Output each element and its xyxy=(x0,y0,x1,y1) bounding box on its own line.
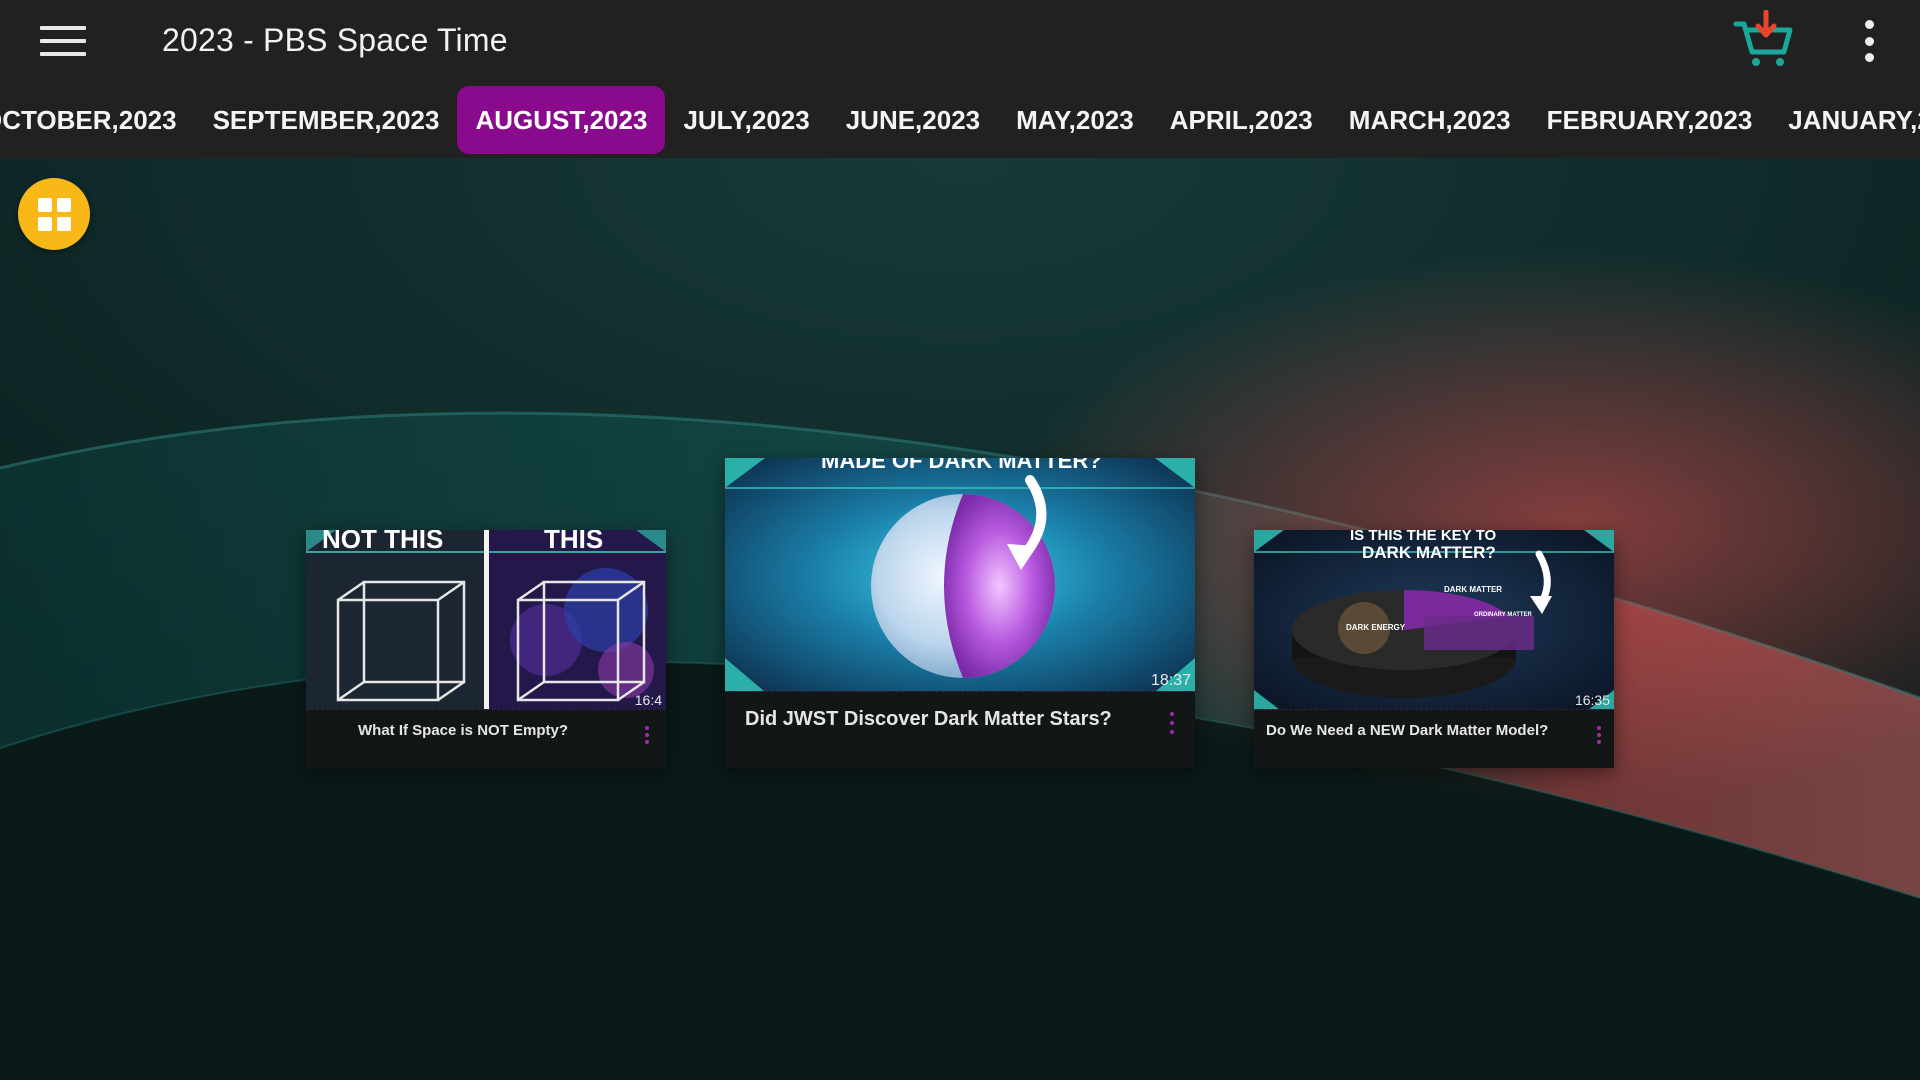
tab-month[interactable]: MARCH,2023 xyxy=(1331,86,1529,154)
tab-month[interactable]: SEPTEMBER,2023 xyxy=(195,86,458,154)
video-caption: Did JWST Discover Dark Matter Stars? xyxy=(725,691,1195,768)
video-caption: Do We Need a NEW Dark Matter Model? xyxy=(1254,709,1614,768)
video-options-icon[interactable] xyxy=(642,726,652,744)
video-card[interactable]: NOT THIS THIS 16:4 What If Space is NOT … xyxy=(306,530,666,768)
tab-month[interactable]: APRIL,2023 xyxy=(1152,86,1331,154)
month-tabs: OCTOBER,2023 SEPTEMBER,2023 AUGUST,2023 JUL… xyxy=(0,86,1920,154)
app-bar: 2023 - PBS Space Time xyxy=(0,0,1920,82)
video-title: What If Space is NOT Empty? xyxy=(358,722,569,739)
video-caption: What If Space is NOT Empty? xyxy=(306,709,666,768)
month-tab-bar: OCTOBER,2023 SEPTEMBER,2023 AUGUST,2023 JUL… xyxy=(0,82,1920,158)
video-card[interactable]: IS THIS THE KEY TO DARK MATTER? DARK MAT… xyxy=(1254,530,1614,768)
thumb-label-right: THIS xyxy=(544,530,603,554)
thumb-label-line1: IS THIS THE KEY TO xyxy=(1350,530,1496,544)
thumb-label: MADE OF DARK MATTER? xyxy=(821,458,1102,473)
tab-month[interactable]: OCTOBER,2023 xyxy=(0,86,195,154)
tab-month[interactable]: JUNE,2023 xyxy=(828,86,998,154)
video-options-icon[interactable] xyxy=(1167,712,1177,734)
tab-month[interactable]: AUGUST,2023 xyxy=(457,86,666,154)
tab-month[interactable]: JANUARY,2023 xyxy=(1770,86,1920,154)
video-title: Did JWST Discover Dark Matter Stars? xyxy=(745,708,1112,730)
video-thumbnail: IS THIS THE KEY TO DARK MATTER? DARK MAT… xyxy=(1254,530,1614,710)
pie-label-dark-matter: DARK MATTER xyxy=(1444,585,1502,594)
video-thumbnail: NOT THIS THIS 16:4 xyxy=(306,530,666,710)
pie-label-ordinary-matter: ORDINARY MATTER xyxy=(1474,612,1533,618)
video-card[interactable]: MADE OF DARK MATTER? 18:37 Did JWST Disc… xyxy=(725,458,1195,768)
tab-month[interactable]: MAY,2023 xyxy=(998,86,1152,154)
video-thumbnail: MADE OF DARK MATTER? 18:37 xyxy=(725,458,1195,692)
more-vertical-icon[interactable] xyxy=(1856,20,1882,62)
page-title: 2023 - PBS Space Time xyxy=(162,22,508,58)
grid-view-icon[interactable] xyxy=(18,178,90,250)
tab-month[interactable]: FEBRUARY,2023 xyxy=(1529,86,1771,154)
video-options-icon[interactable] xyxy=(1594,726,1604,744)
video-duration: 16:35 xyxy=(1574,692,1610,708)
video-duration: 16:4 xyxy=(634,692,662,708)
video-title: Do We Need a NEW Dark Matter Model? xyxy=(1266,722,1549,739)
download-cart-icon[interactable] xyxy=(1732,9,1798,70)
pie-label-dark-energy: DARK ENERGY xyxy=(1346,623,1406,632)
thumb-label-left: NOT THIS xyxy=(322,530,443,554)
tab-month[interactable]: JULY,2023 xyxy=(665,86,827,154)
hamburger-menu-icon[interactable] xyxy=(40,22,86,60)
video-duration: 18:37 xyxy=(1150,672,1191,689)
thumb-label-line2: DARK MATTER? xyxy=(1362,543,1496,562)
